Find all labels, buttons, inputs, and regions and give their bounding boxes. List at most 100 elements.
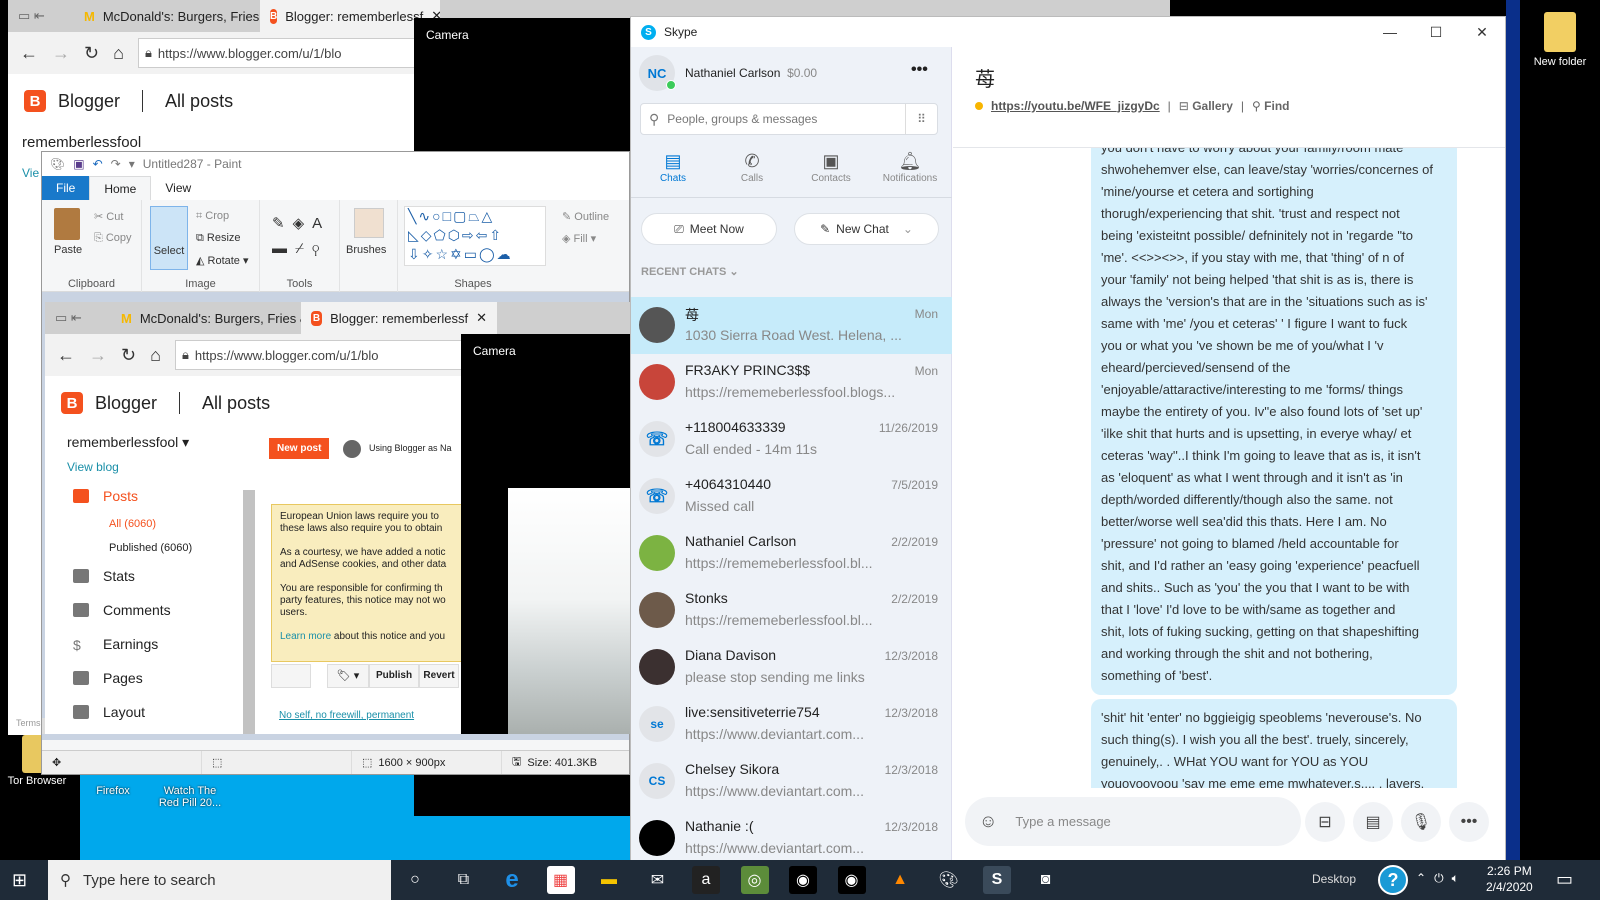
camera-icon[interactable]: ◙ [1032, 866, 1060, 894]
system-tray[interactable]: ⌃⏻🔈︎ [1416, 871, 1467, 886]
publish-button[interactable]: Publish [369, 664, 419, 688]
edge-icon[interactable]: e [498, 866, 526, 894]
start-button[interactable]: ⊞ [12, 870, 27, 891]
tab-contacts[interactable]: ▣ Contacts [793, 151, 869, 184]
tab-calls[interactable]: ✆ Calls [714, 151, 790, 184]
mood-link[interactable]: https://youtu.be/WFE_jizgyDc [991, 99, 1160, 113]
outline-button[interactable]: ✎ Outline [562, 210, 609, 223]
fill-button[interactable]: ◈ Fill ▾ [562, 232, 596, 245]
file-explorer-icon[interactable]: ▬ [595, 866, 623, 894]
chat-list-item[interactable]: Nathaniel Carlson https://rememeberlessfo… [631, 525, 952, 582]
send-file-button[interactable]: ⊟ [1305, 802, 1345, 842]
new-chat-button[interactable]: ✎ New Chat ⌄ [794, 213, 939, 245]
clock[interactable]: 2:26 PM 2/4/2020 [1486, 863, 1533, 895]
recent-chats-header[interactable]: RECENT CHATS ⌄ [641, 265, 739, 278]
tab-mcdonalds[interactable]: M McDonald's: Burgers, Fries & [111, 302, 301, 334]
select-all-checkbox[interactable] [271, 664, 311, 688]
more-options-icon[interactable]: ••• [911, 61, 928, 79]
tab-blogger[interactable]: B Blogger: rememberlessf ✕ [301, 302, 497, 334]
blog-name[interactable]: rememberlessfool [22, 134, 141, 151]
sidebar-item-layout[interactable]: Layout [73, 704, 145, 720]
mail-icon[interactable]: ✉ [644, 866, 672, 894]
sidebar-item-pages[interactable]: Pages [73, 670, 143, 686]
chat-list-item[interactable]: CS Chelsey Sikora https://www.deviantart.c… [631, 753, 952, 810]
avatar[interactable] [343, 440, 361, 458]
power-icon[interactable]: ⏻ [1434, 871, 1452, 885]
sidebar-item-all[interactable]: All (6060) [109, 518, 156, 530]
amazon-icon[interactable]: a [692, 866, 720, 894]
action-center-icon[interactable]: ▭ [1556, 869, 1573, 890]
view-blog-link[interactable]: View blog [67, 460, 119, 474]
forward-icon[interactable]: → [89, 345, 107, 366]
tab-notifications[interactable]: 🔔︎ Notifications [872, 151, 948, 184]
terms-link[interactable]: Terms [16, 718, 41, 728]
save-icon[interactable]: ▣ [73, 157, 84, 171]
forward-icon[interactable]: → [52, 43, 70, 64]
vlc-icon[interactable]: ▲ [886, 866, 914, 894]
shapes-gallery[interactable]: ╲∿○□▢⏢△ ◺◇⬠⬡⇨⇦⇧ ⇩✧☆✡▭◯☁ [404, 206, 546, 266]
search-input[interactable]: Type here to search [83, 872, 216, 889]
message-composer[interactable]: ☺ Type a message [965, 797, 1301, 846]
chat-list-item[interactable]: se live:sensitiveterrie754 https://www.dev… [631, 696, 952, 753]
chevron-up-icon[interactable]: ⌃ [1416, 871, 1434, 885]
message-bubble[interactable]: you don't have to worry about your famil… [1091, 148, 1457, 695]
sidebar-item-earnings[interactable]: $ Earnings [73, 636, 158, 653]
dialpad-icon[interactable]: ⠿ [905, 104, 937, 134]
resize-button[interactable]: ⧉ Resize [196, 232, 241, 245]
webcam-icon[interactable]: ◉ [789, 866, 817, 894]
store-icon[interactable]: ▦ [546, 866, 575, 894]
tab-home[interactable]: Home [89, 176, 152, 200]
undo-icon[interactable]: ↶ [93, 157, 103, 171]
send-contact-button[interactable]: ▤ [1353, 802, 1393, 842]
desktop-icon-red-pill[interactable]: Watch The Red Pill 20... [155, 785, 225, 809]
select-button[interactable]: Select [150, 206, 188, 270]
sidebar-item-posts[interactable]: Posts [73, 488, 138, 504]
sidebar-item-stats[interactable]: Stats [73, 568, 135, 584]
message-input[interactable]: Type a message [1015, 814, 1110, 829]
profile-avatar[interactable]: NC [639, 55, 676, 91]
refresh-icon[interactable]: ↻ [121, 345, 136, 366]
customize-icon[interactable]: ▾ [129, 157, 135, 171]
sidebar-item-comments[interactable]: Comments [73, 602, 171, 618]
minimize-button[interactable]: — [1367, 17, 1413, 47]
chat-list-item[interactable]: ☏ +4064310440 Missed call 7/5/2019 [631, 468, 952, 525]
chat-list-item[interactable]: Nathanie :(https://www.deviantart.com...… [631, 810, 952, 866]
back-icon[interactable]: ← [20, 43, 38, 64]
view-blog-link[interactable]: Vie [22, 166, 39, 180]
paint-icon[interactable]: 🎨︎ [935, 866, 963, 894]
cut-button[interactable]: ✂ Cut [94, 210, 123, 223]
find-button[interactable]: ⚲ Find [1252, 99, 1289, 113]
crop-button[interactable]: ⌗ Crop [196, 210, 229, 223]
meet-now-button[interactable]: ⎚ Meet Now [641, 213, 777, 245]
cortana-icon[interactable]: ○ [401, 866, 429, 894]
tab-actions-icon[interactable]: ▭ ⇤ [45, 302, 111, 334]
chevron-down-icon[interactable]: ⌄ [903, 222, 913, 236]
emoji-icon[interactable]: ☺ [979, 811, 997, 832]
close-button[interactable]: ✕ [1459, 17, 1505, 47]
desktop-icon-new-folder[interactable]: New folder [1520, 12, 1600, 68]
more-actions-button[interactable]: ••• [1449, 802, 1489, 842]
blog-selector[interactable]: rememberlessfool ▾ [67, 434, 189, 451]
desktop-toolbar[interactable]: Desktop [1312, 872, 1356, 886]
tools-row-1[interactable]: ✎◈A [272, 214, 330, 232]
chat-list-item[interactable]: 苺 1030 Sierra Road West. Helena, ... Mon [631, 297, 952, 354]
learn-more-link[interactable]: Learn more [280, 631, 331, 642]
record-audio-button[interactable]: 🎙︎ [1401, 802, 1441, 842]
help-icon[interactable]: ? [1378, 865, 1408, 895]
tab-mcdonalds[interactable]: M McDonald's: Burgers, Fries & [74, 0, 260, 32]
tools-row-2[interactable]: ▬⌿⚲ [272, 240, 327, 257]
tripadvisor-icon[interactable]: ◎ [740, 866, 769, 894]
paste-button[interactable]: Paste [54, 244, 82, 256]
copy-button[interactable]: ⎘ Copy [94, 232, 132, 245]
brushes-button[interactable]: Brushes [346, 244, 386, 256]
chat-list-item[interactable]: FR3AKY PRINC3$$ https://rememeberlessfool… [631, 354, 952, 411]
rotate-button[interactable]: ◭ Rotate ▾ [196, 254, 249, 267]
profile-info[interactable]: Nathaniel Carlson $0.00 [685, 66, 817, 80]
sidebar-scrollbar[interactable] [243, 490, 255, 734]
refresh-icon[interactable]: ↻ [84, 43, 99, 64]
redo-icon[interactable]: ↷ [111, 157, 121, 171]
tab-blogger[interactable]: B Blogger: rememberlessf ✕ [260, 0, 440, 32]
taskbar-search[interactable]: ⚲ Type here to search [48, 860, 391, 900]
gallery-button[interactable]: ⊟ Gallery [1179, 99, 1233, 113]
camera-app-icon[interactable]: ◉ [837, 866, 866, 894]
